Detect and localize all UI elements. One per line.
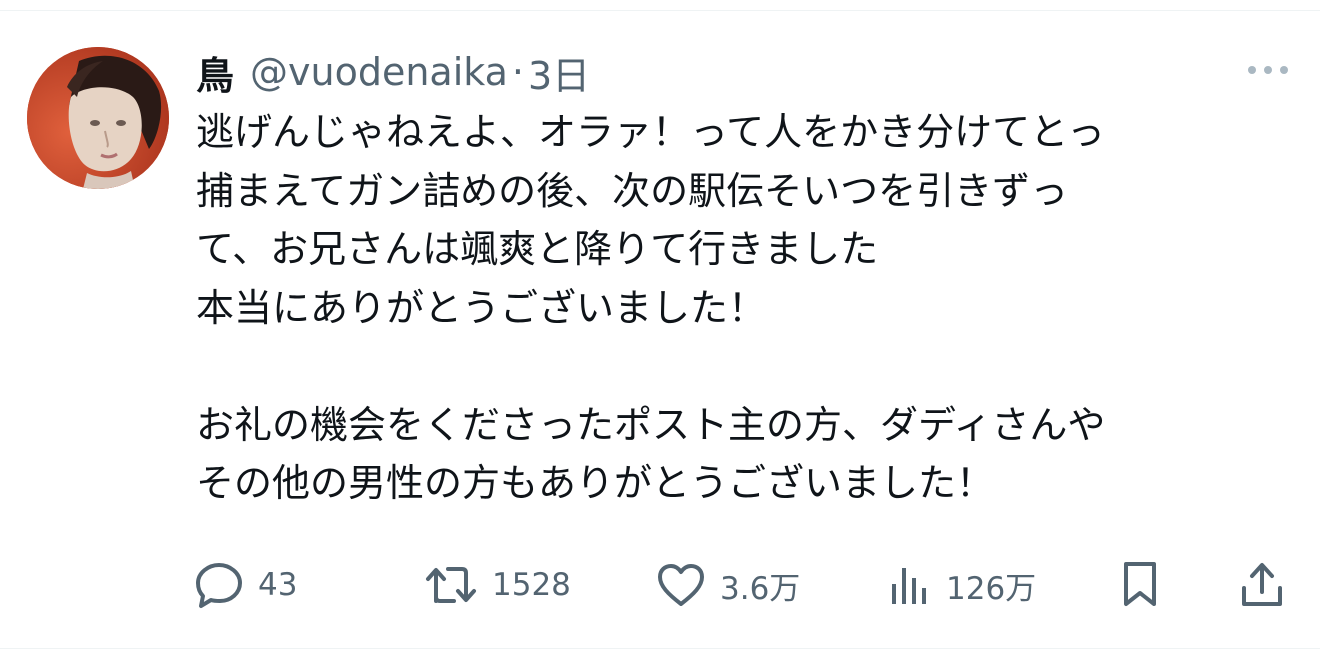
share-button[interactable] bbox=[1238, 557, 1286, 613]
avatar-image bbox=[27, 47, 169, 189]
post-text-line: 逃げんじゃねえよ、オラァ！って人をかき分けてとっ bbox=[196, 110, 1105, 154]
post-text-line bbox=[196, 337, 1306, 396]
reply-count: 43 bbox=[258, 567, 298, 603]
bookmark-button[interactable] bbox=[1118, 557, 1162, 613]
post-text-line: お礼の機会をくださったポスト主の方、ダディさんや bbox=[196, 402, 1106, 447]
views-count: 126万 bbox=[946, 570, 1037, 607]
post-text-line: その他の男性の方もありがとうございました！ bbox=[196, 461, 995, 505]
more-horizontal-icon bbox=[1246, 64, 1290, 76]
bottom-divider bbox=[0, 648, 1320, 649]
reply-button[interactable]: 43 bbox=[194, 557, 297, 613]
timestamp[interactable]: 3日 bbox=[528, 45, 590, 100]
avatar[interactable] bbox=[27, 47, 169, 189]
like-button[interactable]: 3.6万 bbox=[656, 557, 800, 613]
reply-icon bbox=[194, 561, 244, 609]
handle[interactable]: @vuodenaika bbox=[250, 50, 508, 94]
post-header: 鳥 @vuodenaika · 3日 bbox=[196, 44, 590, 100]
heart-icon bbox=[656, 562, 706, 608]
post-text: 逃げんじゃねえよ、オラァ！って人をかき分けてとっ 捕まえてガン詰めの後、次の駅伝… bbox=[196, 103, 1306, 513]
post-text-line: て、お兄さんは颯爽と降りて行きました bbox=[196, 227, 879, 271]
repost-icon bbox=[424, 561, 478, 609]
views-button[interactable]: 126万 bbox=[888, 557, 1036, 613]
views-icon bbox=[888, 562, 932, 608]
repost-button[interactable]: 1528 bbox=[424, 557, 571, 613]
more-options-button[interactable] bbox=[1240, 50, 1296, 90]
post-text-line: 本当にありがとうございました！ bbox=[196, 285, 767, 330]
top-divider bbox=[0, 10, 1320, 11]
repost-count: 1528 bbox=[492, 567, 571, 603]
display-name[interactable]: 鳥 bbox=[196, 45, 234, 100]
separator-dot: · bbox=[511, 50, 524, 94]
post-text-line: 捕まえてガン詰めの後、次の駅伝そいつを引きずっ bbox=[196, 168, 1069, 213]
like-count: 3.6万 bbox=[720, 570, 801, 607]
share-icon bbox=[1238, 560, 1286, 610]
bookmark-icon bbox=[1118, 560, 1162, 610]
